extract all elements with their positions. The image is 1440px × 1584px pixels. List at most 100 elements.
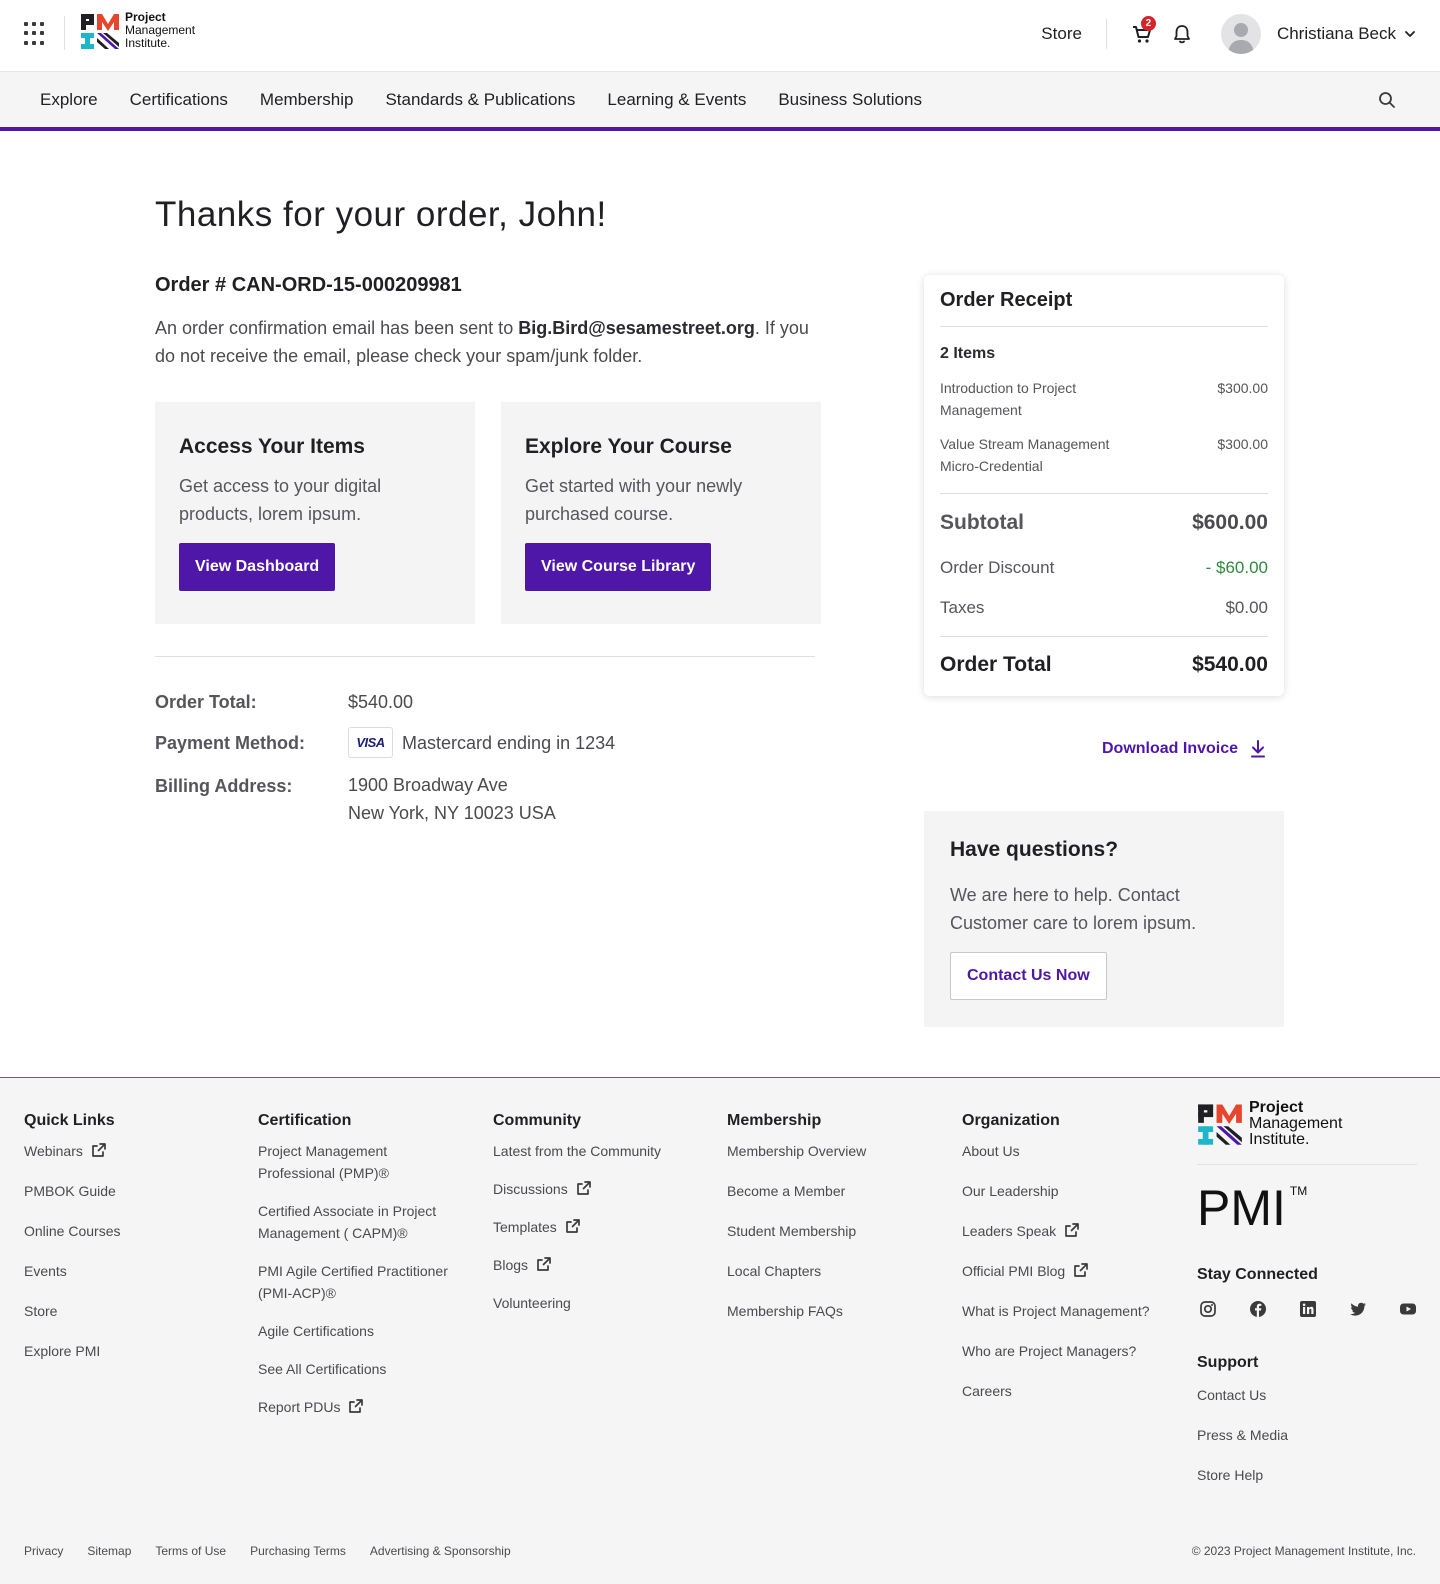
- billing-address-line-2: New York, NY 10023 USA: [348, 803, 556, 823]
- footer-link[interactable]: Leaders Speak: [962, 1220, 1177, 1242]
- purchasing-terms-link[interactable]: Purchasing Terms: [250, 1544, 346, 1558]
- nav-item-standards-publications[interactable]: Standards & Publications: [369, 90, 591, 110]
- footer-link[interactable]: See All Certifications: [258, 1358, 468, 1380]
- footer-link[interactable]: Templates: [493, 1216, 703, 1238]
- nav-item-business-solutions[interactable]: Business Solutions: [762, 90, 938, 110]
- footer-link[interactable]: Latest from the Community: [493, 1140, 703, 1162]
- order-total-value: $540.00: [348, 692, 414, 712]
- pmi-logo[interactable]: Project Management Institute.: [80, 11, 195, 50]
- store-link[interactable]: Store: [1041, 24, 1082, 44]
- footer-link[interactable]: PMI Agile Certified Practitioner (PMI-AC…: [258, 1260, 468, 1304]
- advertising-sponsorship-link[interactable]: Advertising & Sponsorship: [370, 1544, 511, 1558]
- footer-link[interactable]: Careers: [962, 1380, 1177, 1402]
- user-avatar[interactable]: [1220, 14, 1261, 54]
- footer-link-label: Agile Certifications: [258, 1323, 374, 1339]
- contact-us-now-button[interactable]: Contact Us Now: [950, 952, 1107, 1000]
- facebook-icon[interactable]: [1249, 1300, 1267, 1318]
- footer-pmi-logo[interactable]: Project Management Institute.: [1197, 1100, 1417, 1165]
- download-invoice-link[interactable]: Download Invoice: [1102, 740, 1266, 758]
- support-link-press-media[interactable]: Press & Media: [1197, 1424, 1288, 1446]
- footer-link[interactable]: PMBOK Guide: [24, 1180, 234, 1202]
- nav-item-membership[interactable]: Membership: [244, 90, 370, 110]
- card-text: Get started with your newly purchased co…: [525, 476, 743, 524]
- card-text: Get access to your digital products, lor…: [179, 476, 382, 524]
- logo-line-1: Project: [1249, 1099, 1304, 1116]
- external-link-icon: [1074, 1263, 1089, 1277]
- instagram-icon[interactable]: [1199, 1300, 1217, 1318]
- footer-link[interactable]: Certified Associate in Project Managemen…: [258, 1200, 468, 1244]
- taxes-value: $0.00: [1225, 598, 1268, 617]
- linkedin-icon[interactable]: [1299, 1300, 1317, 1318]
- logo-line-3: Institute.: [125, 36, 171, 50]
- external-link-icon: [92, 1143, 106, 1157]
- footer-link[interactable]: Local Chapters: [727, 1260, 937, 1282]
- support-link-contact-us[interactable]: Contact Us: [1197, 1384, 1288, 1406]
- footer-link[interactable]: Membership Overview: [727, 1140, 937, 1162]
- footer-link[interactable]: Webinars: [24, 1140, 234, 1162]
- footer-link[interactable]: Membership FAQs: [727, 1300, 937, 1322]
- footer-logo: Project Management Institute. PMI TM: [1197, 1100, 1417, 1233]
- discount-value: - $60.00: [1205, 558, 1268, 577]
- discount-label: Order Discount: [940, 558, 1055, 577]
- nav-item-certifications[interactable]: Certifications: [114, 90, 244, 110]
- user-name[interactable]: Christiana Beck: [1277, 24, 1396, 44]
- twitter-icon[interactable]: [1349, 1300, 1367, 1318]
- footer-link[interactable]: Become a Member: [727, 1180, 937, 1202]
- youtube-icon[interactable]: [1399, 1300, 1417, 1318]
- footer-link[interactable]: Our Leadership: [962, 1180, 1177, 1202]
- footer-link[interactable]: Online Courses: [24, 1220, 234, 1242]
- confirmation-email: Big.Bird@sesamestreet.org: [518, 318, 755, 338]
- order-total-value: $540.00: [1192, 653, 1268, 676]
- nav-item-learning-events[interactable]: Learning & Events: [591, 90, 762, 110]
- search-icon[interactable]: [1378, 91, 1396, 109]
- pmi-wordmark: PMI TM: [1197, 1183, 1417, 1233]
- receipt-item-price: $300.00: [1217, 436, 1268, 452]
- footer-link[interactable]: About Us: [962, 1140, 1177, 1162]
- notification-bell-icon[interactable]: [1171, 23, 1193, 45]
- app-launcher-icon[interactable]: [24, 22, 48, 46]
- external-link-icon: [1065, 1223, 1080, 1237]
- sitemap-link[interactable]: Sitemap: [87, 1544, 131, 1558]
- footer-link-label: Store: [24, 1303, 58, 1319]
- footer-link[interactable]: Store: [24, 1300, 234, 1322]
- cart-button[interactable]: 2: [1131, 16, 1156, 45]
- external-link-icon: [565, 1219, 580, 1233]
- have-questions-card: Have questions? We are here to help. Con…: [924, 811, 1284, 1027]
- footer-link[interactable]: Explore PMI: [24, 1340, 234, 1362]
- footer-link[interactable]: Who are Project Managers?: [962, 1340, 1177, 1362]
- footer-link-label: Explore PMI: [24, 1343, 101, 1359]
- stay-connected-title: Stay Connected: [1197, 1266, 1318, 1283]
- footer-column-title: Community: [493, 1112, 581, 1129]
- footer-link-label: About Us: [962, 1143, 1020, 1159]
- footer-link[interactable]: Blogs: [493, 1254, 703, 1276]
- footer-links: Project Management Professional (PMP)® Ce…: [258, 1140, 468, 1418]
- footer-link-label: Volunteering: [493, 1295, 571, 1311]
- footer-link[interactable]: Report PDUs: [258, 1396, 468, 1418]
- footer-link[interactable]: Official PMI Blog: [962, 1260, 1177, 1282]
- footer-link[interactable]: Project Management Professional (PMP)®: [258, 1140, 468, 1184]
- view-course-library-button[interactable]: View Course Library: [525, 543, 712, 591]
- support-link-store-help[interactable]: Store Help: [1197, 1464, 1288, 1486]
- nav-item-explore[interactable]: Explore: [24, 90, 114, 110]
- section-divider: [155, 656, 815, 657]
- footer-link[interactable]: Agile Certifications: [258, 1320, 468, 1342]
- payment-method-value: Mastercard ending in 1234: [402, 733, 616, 753]
- receipt-item-name: Value Stream Management Micro-Credential: [940, 436, 1110, 474]
- footer-link[interactable]: Discussions: [493, 1178, 703, 1200]
- terms-of-use-link[interactable]: Terms of Use: [155, 1544, 226, 1558]
- support-link-label: Store Help: [1197, 1467, 1264, 1483]
- chevron-down-icon[interactable]: [1404, 28, 1416, 40]
- footer-link-label: Project Management Professional (PMP)®: [258, 1143, 389, 1181]
- footer-link[interactable]: Student Membership: [727, 1220, 937, 1242]
- view-dashboard-button[interactable]: View Dashboard: [179, 543, 336, 591]
- legal-links: Privacy Sitemap Terms of Use Purchasing …: [24, 1544, 511, 1558]
- footer-links: Webinars PMBOK Guide Online Courses Events S…: [24, 1140, 234, 1362]
- order-number: Order # CAN-ORD-15-000209981: [155, 274, 462, 296]
- privacy-link[interactable]: Privacy: [24, 1544, 63, 1558]
- footer-link[interactable]: What is Project Management?: [962, 1300, 1177, 1322]
- footer-link[interactable]: Events: [24, 1260, 234, 1282]
- access-items-card: Access Your Items Get access to your dig…: [155, 402, 475, 624]
- payment-method-label: Payment Method:: [155, 733, 306, 753]
- footer-column-membership: Membership Membership Overview Become a M…: [727, 1112, 937, 1340]
- footer-link[interactable]: Volunteering: [493, 1292, 703, 1314]
